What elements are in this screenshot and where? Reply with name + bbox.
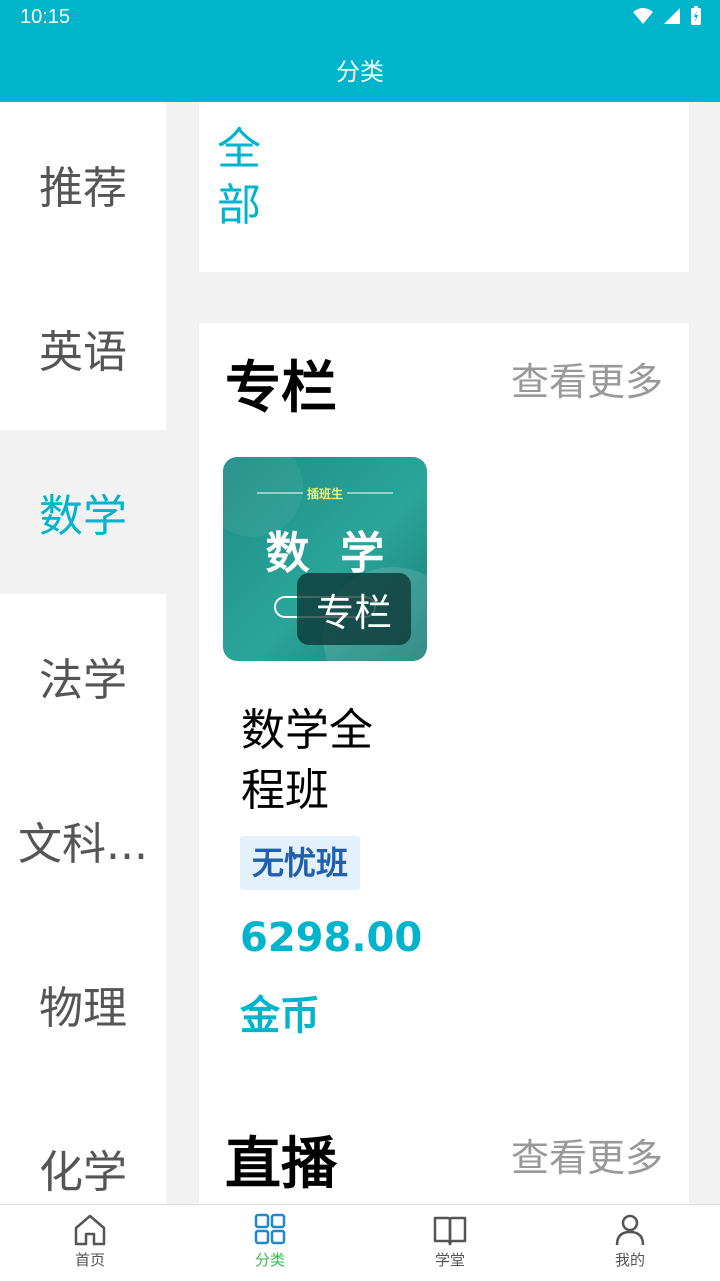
battery-icon	[691, 6, 701, 25]
nav-school[interactable]: 学堂	[360, 1205, 540, 1281]
home-icon	[74, 1214, 106, 1246]
status-icons	[632, 6, 702, 26]
sidebar-item-liberal-arts[interactable]: 文科...	[0, 758, 166, 922]
nav-mine[interactable]: 我的	[540, 1205, 720, 1281]
sidebar-item-english[interactable]: 英语	[0, 266, 166, 430]
sidebar-item-label: 化学	[39, 1147, 127, 1198]
nav-label: 我的	[614, 1251, 645, 1269]
sidebar-item-physics[interactable]: 物理	[0, 922, 166, 1086]
sidebar-item-math[interactable]: 数学	[0, 430, 166, 594]
book-icon	[433, 1216, 467, 1246]
sidebar-item-label: 推荐	[39, 163, 127, 214]
category-sidebar: 推荐 英语 数学 法学 文科... 物理 化学	[0, 102, 166, 1204]
live-view-more-link[interactable]: 查看更多	[511, 1127, 663, 1182]
nav-label: 首页	[74, 1251, 105, 1269]
course-cover[interactable]: 插班生 数 学 专栏	[223, 457, 427, 661]
sidebar-item-label: 英语	[39, 327, 127, 378]
section-title: 专栏	[225, 356, 337, 421]
sidebar-item-label: 法学	[39, 655, 127, 706]
top-bar: 10:15 分类	[0, 0, 720, 102]
status-time: 10:15	[20, 6, 71, 28]
sidebar-item-chemistry[interactable]: 化学	[0, 1086, 166, 1204]
wifi-icon	[633, 8, 653, 24]
tag-filter-card: 全部	[199, 102, 689, 272]
grid-icon	[254, 1213, 286, 1245]
nav-label: 学堂	[434, 1251, 465, 1269]
cover-title: 数 学	[265, 528, 385, 579]
nav-home[interactable]: 首页	[0, 1205, 180, 1281]
live-section-title: 直播	[225, 1132, 337, 1197]
cover-tag: 专栏	[297, 573, 411, 645]
bottom-navigation: 首页 分类 学堂 我的	[0, 1204, 720, 1281]
course-title[interactable]: 数学全程班	[241, 701, 391, 821]
price-unit: 金币	[240, 993, 320, 1039]
main-content: 全部 专栏 查看更多 插班生 数 学 专栏 数学全程班 无忧班 6298.00 …	[166, 102, 720, 1204]
column-section: 专栏 查看更多 插班生 数 学 专栏 数学全程班 无忧班 6298.00 金币 …	[199, 323, 689, 1204]
signal-icon	[664, 8, 680, 24]
page-title: 分类	[336, 58, 384, 86]
sidebar-item-label: 物理	[39, 983, 127, 1034]
sidebar-item-label: 文科...	[18, 819, 148, 870]
tag-all[interactable]: 全部	[217, 122, 267, 234]
course-price: 6298.00	[240, 915, 423, 961]
sidebar-item-recommend[interactable]: 推荐	[0, 102, 166, 266]
nav-label: 分类	[254, 1251, 285, 1269]
view-more-link[interactable]: 查看更多	[511, 351, 663, 406]
cover-brand: 插班生	[306, 487, 343, 501]
nav-category[interactable]: 分类	[180, 1205, 360, 1281]
class-badge: 无忧班	[240, 836, 361, 890]
user-icon	[615, 1214, 645, 1246]
sidebar-item-law[interactable]: 法学	[0, 594, 166, 758]
sidebar-item-label: 数学	[39, 491, 127, 542]
